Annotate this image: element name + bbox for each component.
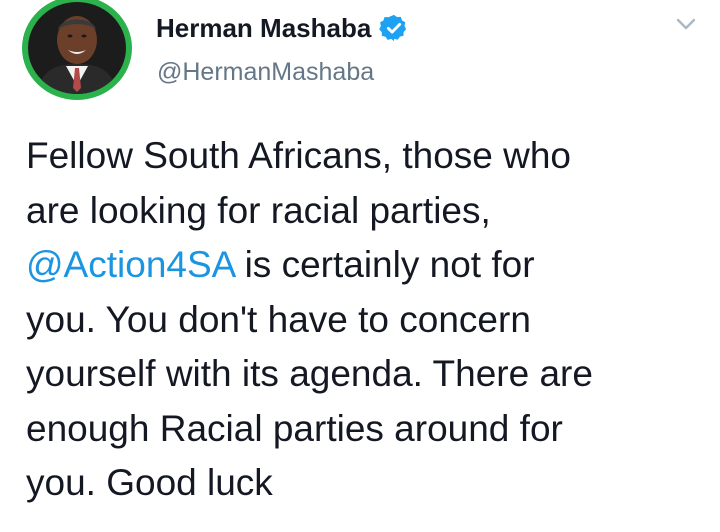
author-display-name[interactable]: Herman Mashaba bbox=[156, 13, 371, 44]
tweet-line-with-mention: @Action4SA is certainly not for bbox=[26, 238, 712, 293]
avatar[interactable] bbox=[22, 0, 132, 100]
tweet-line: enough Racial parties around for bbox=[26, 407, 563, 449]
tweet-line: you. Good luck bbox=[26, 462, 273, 503]
author-handle[interactable]: @HermanMashaba bbox=[157, 58, 374, 87]
tweet-line: yourself with its agenda. There are bbox=[26, 353, 593, 394]
avatar-photo bbox=[28, 2, 126, 94]
tweet-text: Fellow South Africans, those who are loo… bbox=[26, 129, 712, 511]
author-name-row: Herman Mashaba bbox=[156, 10, 409, 46]
verified-badge-icon bbox=[379, 13, 409, 43]
tweet-line: you. You don't have to concern bbox=[26, 298, 531, 340]
tweet-line: Fellow South Africans, those who bbox=[26, 135, 572, 176]
tweet-line-suffix: is certainly not for bbox=[234, 244, 535, 285]
chevron-down-icon[interactable] bbox=[674, 12, 698, 36]
tweet-card: Herman Mashaba @HermanMashaba Fellow Sou… bbox=[0, 0, 720, 532]
tweet-line: are looking for racial parties, bbox=[26, 189, 491, 231]
mention-link[interactable]: @Action4SA bbox=[26, 244, 234, 285]
